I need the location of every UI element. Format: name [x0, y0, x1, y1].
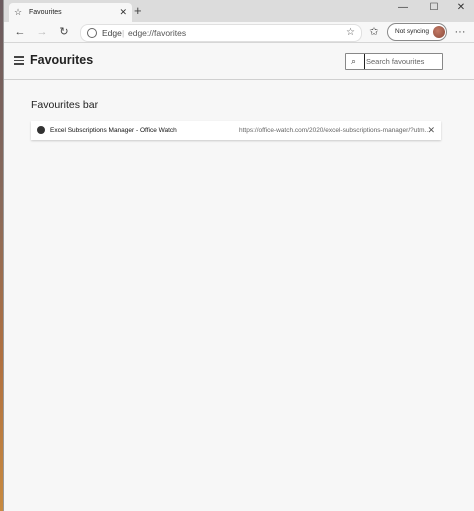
favourite-url: https://office-watch.com/2020/excel-subs… — [239, 127, 430, 134]
profile-button[interactable]: Not syncing — [387, 23, 447, 41]
maximize-button[interactable]: ☐ — [420, 0, 448, 16]
tab-favourites[interactable]: ☆ Favourites ✕ — [9, 3, 132, 22]
section-title: Favourites bar — [31, 99, 99, 111]
avatar — [433, 26, 445, 38]
site-label: Edge — [102, 28, 122, 38]
title-bar: ☆ Favourites ✕ + — ☐ ✕ — [4, 0, 474, 22]
page-header: Favourites ⌕ Search favourites — [4, 43, 474, 80]
new-tab-button[interactable]: + — [134, 2, 142, 20]
edge-icon — [87, 28, 97, 38]
refresh-button[interactable]: ↻ — [56, 22, 72, 42]
forward-button[interactable]: → — [34, 22, 50, 42]
favourites-icon[interactable]: ✩ — [366, 22, 382, 42]
address-bar[interactable]: Edge | edge://favorites ☆ — [80, 24, 362, 42]
search-input[interactable]: ⌕ Search favourites — [345, 53, 443, 70]
favourite-name[interactable]: Excel Subscriptions Manager - Office Wat… — [50, 121, 177, 140]
site-favicon-icon — [37, 126, 45, 134]
browser-window: ☆ Favourites ✕ + — ☐ ✕ ← → ↻ Edge | edge… — [3, 0, 474, 511]
add-favourite-icon[interactable]: ☆ — [346, 25, 355, 41]
star-icon: ☆ — [14, 7, 23, 17]
browser-toolbar: ← → ↻ Edge | edge://favorites ☆ ✩ Not sy… — [4, 22, 474, 43]
sync-status: Not syncing — [395, 28, 429, 35]
search-placeholder: Search favourites — [364, 54, 424, 69]
url-text[interactable]: edge://favorites — [128, 25, 186, 41]
favourite-item[interactable]: Excel Subscriptions Manager - Office Wat… — [31, 121, 441, 140]
close-window-button[interactable]: ✕ — [447, 0, 474, 16]
minimize-button[interactable]: — — [389, 0, 417, 16]
hamburger-menu-icon[interactable] — [14, 56, 24, 67]
address-separator: | — [122, 28, 125, 38]
search-icon: ⌕ — [351, 56, 357, 66]
page-title: Favourites — [30, 53, 94, 67]
settings-menu-button[interactable]: ··· — [452, 22, 468, 42]
tab-title: Favourites — [29, 9, 62, 16]
favourites-page: Favourites ⌕ Search favourites Favourite… — [4, 43, 474, 511]
remove-favourite-icon[interactable]: ✕ — [427, 121, 435, 140]
close-tab-icon[interactable]: ✕ — [119, 3, 127, 22]
back-button[interactable]: ← — [12, 22, 28, 42]
